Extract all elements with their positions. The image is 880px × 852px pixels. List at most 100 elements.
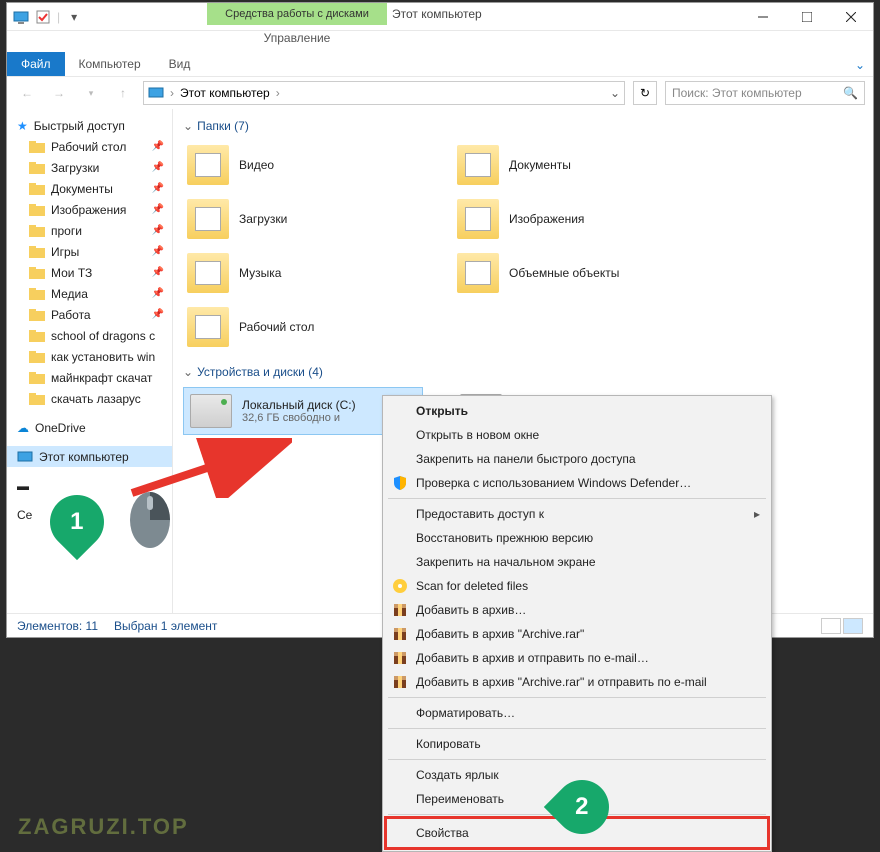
- address-bar[interactable]: › Этот компьютер › ⌄: [143, 81, 625, 105]
- sidebar-item[interactable]: проги📌: [7, 220, 172, 241]
- sidebar-item[interactable]: school of dragons с: [7, 325, 172, 346]
- sidebar-item[interactable]: Мои ТЗ📌: [7, 262, 172, 283]
- folder-icon: [29, 307, 45, 323]
- folder-item[interactable]: Загрузки: [183, 195, 423, 243]
- folder-item[interactable]: Рабочий стол: [183, 303, 423, 351]
- menu-separator: [388, 728, 766, 729]
- folder-item[interactable]: Изображения: [453, 195, 693, 243]
- ribbon-contextual-tab: Средства работы с дисками Управление: [207, 3, 387, 52]
- pin-icon: 📌: [152, 288, 168, 299]
- computer-icon: [148, 85, 164, 101]
- menu-item[interactable]: Закрепить на начальном экране: [386, 550, 768, 574]
- address-row: ← → ▾ ↑ › Этот компьютер › ⌄ ↻ Поиск: Эт…: [7, 77, 873, 109]
- selection-info: Выбран 1 элемент: [114, 619, 217, 633]
- pin-icon: 📌: [152, 162, 168, 173]
- sidebar-item[interactable]: Работа📌: [7, 304, 172, 325]
- menu-item[interactable]: Добавить в архив "Archive.rar": [386, 622, 768, 646]
- star-icon: ★: [17, 119, 28, 133]
- nav-recent-dropdown[interactable]: ▾: [79, 81, 103, 105]
- maximize-button[interactable]: [785, 3, 829, 31]
- minimize-button[interactable]: [741, 3, 785, 31]
- folder-icon: [29, 328, 45, 344]
- titlebar: | ▾ Средства работы с дисками Управление…: [7, 3, 873, 31]
- folder-icon: [187, 145, 229, 185]
- folder-icon: [29, 286, 45, 302]
- folder-icon: [29, 391, 45, 407]
- this-pc-item[interactable]: Этот компьютер: [7, 446, 172, 467]
- watermark: ZAGRUZI.TOP: [18, 814, 189, 840]
- menu-item[interactable]: Добавить в архив "Archive.rar" и отправи…: [386, 670, 768, 694]
- folder-icon: [29, 223, 45, 239]
- sidebar-item[interactable]: Рабочий стол📌: [7, 136, 172, 157]
- drive-icon: [190, 394, 232, 428]
- item-count: Элементов: 11: [17, 619, 98, 633]
- chevron-right-icon: ▸: [754, 507, 760, 521]
- menu-item[interactable]: Форматировать…: [386, 701, 768, 725]
- sidebar-item[interactable]: Изображения📌: [7, 199, 172, 220]
- menu-item[interactable]: Закрепить на панели быстрого доступа: [386, 447, 768, 471]
- archive-icon: [392, 650, 408, 666]
- address-dropdown-icon[interactable]: ⌄: [610, 86, 620, 100]
- qat-dropdown-icon[interactable]: ▾: [66, 9, 82, 25]
- menu-separator: [388, 697, 766, 698]
- search-box[interactable]: Поиск: Этот компьютер 🔍: [665, 81, 865, 105]
- breadcrumb-location[interactable]: Этот компьютер: [180, 86, 270, 100]
- folder-item[interactable]: Объемные объекты: [453, 249, 693, 297]
- sidebar-item[interactable]: скачать лазарус: [7, 388, 172, 409]
- archive-icon: [392, 602, 408, 618]
- ribbon-expand-icon[interactable]: ⌄: [855, 58, 865, 72]
- nav-back-button[interactable]: ←: [15, 81, 39, 105]
- ribbon-context-title: Средства работы с дисками: [207, 3, 387, 25]
- folder-item[interactable]: Музыка: [183, 249, 423, 297]
- menu-item[interactable]: Scan for deleted files: [386, 574, 768, 598]
- menu-item[interactable]: Проверка с использованием Windows Defend…: [386, 471, 768, 495]
- refresh-button[interactable]: ↻: [633, 81, 657, 105]
- computer-menu[interactable]: Компьютер: [65, 52, 155, 76]
- menu-item[interactable]: Восстановить прежнюю версию: [386, 526, 768, 550]
- onedrive-item[interactable]: ☁OneDrive: [7, 417, 172, 438]
- breadcrumb-sep: ›: [170, 86, 174, 100]
- sidebar-item[interactable]: Загрузки📌: [7, 157, 172, 178]
- details-view-button[interactable]: [821, 618, 841, 634]
- search-placeholder: Поиск: Этот компьютер: [672, 86, 802, 100]
- sidebar-item[interactable]: как установить win: [7, 346, 172, 367]
- folder-item[interactable]: Видео: [183, 141, 423, 189]
- menu-separator: [388, 498, 766, 499]
- menu-item[interactable]: Предоставить доступ к▸: [386, 502, 768, 526]
- properties-icon[interactable]: [35, 9, 51, 25]
- archive-icon: [392, 626, 408, 642]
- breadcrumb-sep: ›: [276, 86, 280, 100]
- nav-up-button[interactable]: ↑: [111, 81, 135, 105]
- tiles-view-button[interactable]: [843, 618, 863, 634]
- pin-icon: 📌: [152, 267, 168, 278]
- folder-icon: [187, 199, 229, 239]
- nav-forward-button[interactable]: →: [47, 81, 71, 105]
- menu-separator: [388, 759, 766, 760]
- shield-icon: [392, 475, 408, 491]
- ribbon-context-subtab[interactable]: Управление: [207, 25, 387, 52]
- menu-item[interactable]: Открыть в новом окне: [386, 423, 768, 447]
- archive-icon: [392, 674, 408, 690]
- view-menu[interactable]: Вид: [155, 52, 205, 76]
- sidebar-item[interactable]: майнкрафт скачат: [7, 367, 172, 388]
- menu-item[interactable]: Открыть: [386, 399, 768, 423]
- folder-item[interactable]: Документы: [453, 141, 693, 189]
- folder-icon: [29, 349, 45, 365]
- sidebar-item[interactable]: Игры📌: [7, 241, 172, 262]
- menu-item[interactable]: Копировать: [386, 732, 768, 756]
- computer-icon: [13, 9, 29, 25]
- drives-group-header[interactable]: ⌄Устройства и диски (4): [183, 365, 863, 379]
- file-menu[interactable]: Файл: [7, 52, 65, 76]
- callout-1: 1: [50, 495, 114, 549]
- sidebar-item[interactable]: Медиа📌: [7, 283, 172, 304]
- folders-group-header[interactable]: ⌄Папки (7): [183, 119, 863, 133]
- menu-item[interactable]: Добавить в архив и отправить по e-mail…: [386, 646, 768, 670]
- folder-icon: [457, 253, 499, 293]
- close-button[interactable]: [829, 3, 873, 31]
- sidebar-item[interactable]: Документы📌: [7, 178, 172, 199]
- quick-access-header[interactable]: ★Быстрый доступ: [7, 115, 172, 136]
- window-title: Этот компьютер: [392, 7, 482, 21]
- folder-icon: [29, 181, 45, 197]
- pin-icon: 📌: [152, 204, 168, 215]
- menu-item[interactable]: Добавить в архив…: [386, 598, 768, 622]
